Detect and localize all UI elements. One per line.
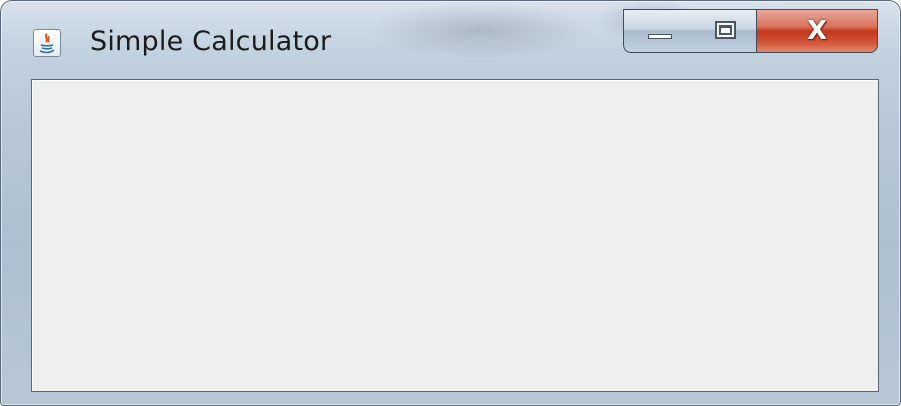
minimize-icon [648, 34, 672, 39]
close-button[interactable]: X [756, 9, 878, 53]
java-icon[interactable] [33, 29, 61, 57]
maximize-icon [715, 21, 736, 39]
title-bar[interactable]: Simple Calculator X [1, 1, 900, 79]
maximize-button[interactable] [695, 9, 757, 53]
window-controls: X [623, 9, 879, 56]
window-title: Simple Calculator [90, 26, 332, 57]
content-panel [31, 79, 879, 392]
close-icon: X [806, 16, 828, 46]
app-window: Simple Calculator X [0, 0, 901, 406]
minimize-button[interactable] [623, 9, 696, 53]
